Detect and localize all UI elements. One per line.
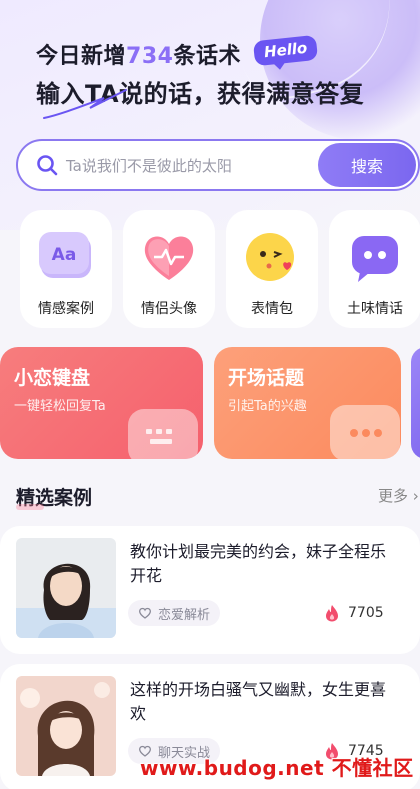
category-emotion-cases[interactable]: Aa 情感案例 bbox=[20, 210, 112, 328]
promo-subtitle: 引起Ta的兴趣 bbox=[228, 399, 307, 414]
keyboard-icon bbox=[128, 409, 198, 459]
category-label: 土味情话 bbox=[347, 301, 403, 317]
search-input[interactable]: Ta说我们不是彼此的太阳 bbox=[66, 155, 318, 176]
case-view-count: 7705 bbox=[324, 604, 384, 622]
promo-title: 开场话题 bbox=[228, 367, 305, 389]
category-row: Aa 情感案例 情侣头像 表情包 土味情话 bbox=[20, 210, 420, 328]
promo-subtitle: 一键轻松回复Ta bbox=[14, 399, 106, 414]
category-couple-avatars[interactable]: 情侣头像 bbox=[123, 210, 215, 328]
emoji-kiss-icon bbox=[246, 233, 294, 281]
category-label: 情侣头像 bbox=[141, 301, 197, 317]
headline-count: 734 bbox=[126, 44, 174, 69]
category-label: 表情包 bbox=[251, 301, 293, 317]
scribble-decoration bbox=[43, 89, 127, 119]
case-title: 这样的开场白骚气又幽默，女生更喜欢 bbox=[130, 680, 387, 723]
case-thumbnail bbox=[16, 538, 116, 638]
promo-keyboard[interactable]: 小恋键盘 一键轻松回复Ta bbox=[0, 347, 203, 459]
section-title: 精选案例 bbox=[16, 483, 92, 510]
watermark: www.budog.net 不懂社区 bbox=[140, 756, 414, 780]
promo-title: 小恋键盘 bbox=[14, 367, 91, 389]
case-card[interactable]: 教你计划最完美的约会，妹子全程乐开花 恋爱解析 7705 bbox=[0, 526, 420, 654]
search-button[interactable]: 搜索 bbox=[318, 143, 416, 187]
heart-icon bbox=[144, 236, 194, 280]
promo-opening-topics[interactable]: 开场话题 引起Ta的兴趣 bbox=[214, 347, 401, 459]
chevron-right-icon: › bbox=[412, 487, 419, 505]
category-cheesy-lines[interactable]: 土味情话 bbox=[329, 210, 420, 328]
flame-icon bbox=[326, 605, 338, 622]
chat-bubble-icon bbox=[352, 236, 398, 282]
search-icon bbox=[37, 155, 58, 176]
case-title: 教你计划最完美的约会，妹子全程乐开花 bbox=[130, 542, 387, 585]
category-emoji-pack[interactable]: 表情包 bbox=[226, 210, 318, 328]
promo-next-peek[interactable] bbox=[411, 347, 420, 459]
promo-row: 小恋键盘 一键轻松回复Ta 开场话题 引起Ta的兴趣 bbox=[0, 347, 420, 459]
case-tag: 恋爱解析 bbox=[128, 600, 221, 626]
more-link[interactable]: 更多 › bbox=[378, 485, 419, 506]
chat-dots-icon bbox=[330, 405, 400, 459]
heart-outline-icon bbox=[139, 607, 151, 619]
headline: 今日新增734条话术 bbox=[36, 44, 241, 69]
svg-text:Aa: Aa bbox=[52, 245, 77, 265]
category-label: 情感案例 bbox=[38, 301, 94, 317]
search-bar[interactable]: Ta说我们不是彼此的太阳 搜索 bbox=[16, 139, 420, 191]
case-thumbnail bbox=[16, 676, 116, 776]
aa-text-icon: Aa bbox=[39, 232, 91, 278]
